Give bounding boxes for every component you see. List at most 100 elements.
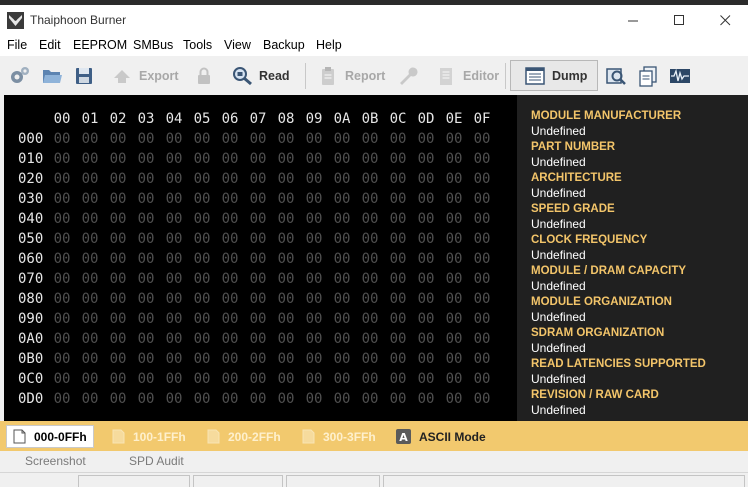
- hex-byte-cell[interactable]: 00: [384, 331, 412, 347]
- hex-byte-cell[interactable]: 00: [132, 191, 160, 207]
- hex-byte-cell[interactable]: 00: [244, 151, 272, 167]
- hex-byte-cell[interactable]: 00: [440, 271, 468, 287]
- hex-byte-cell[interactable]: 00: [440, 231, 468, 247]
- hex-byte-cell[interactable]: 00: [300, 231, 328, 247]
- hex-byte-cell[interactable]: 00: [160, 131, 188, 147]
- hex-byte-cell[interactable]: 00: [132, 131, 160, 147]
- hex-byte-cell[interactable]: 00: [300, 131, 328, 147]
- hex-byte-cell[interactable]: 00: [160, 251, 188, 267]
- hex-byte-cell[interactable]: 00: [272, 191, 300, 207]
- hex-byte-cell[interactable]: 00: [440, 371, 468, 387]
- hex-byte-cell[interactable]: 00: [412, 151, 440, 167]
- hex-byte-cell[interactable]: 00: [244, 311, 272, 327]
- hex-byte-cell[interactable]: 00: [356, 211, 384, 227]
- hex-byte-cell[interactable]: 00: [160, 171, 188, 187]
- tab-000-0ffh[interactable]: 000-0FFh: [6, 425, 94, 448]
- hex-byte-cell[interactable]: 00: [76, 191, 104, 207]
- hex-byte-cell[interactable]: 00: [188, 271, 216, 287]
- hex-byte-cell[interactable]: 00: [468, 231, 496, 247]
- hex-byte-cell[interactable]: 00: [188, 211, 216, 227]
- hex-byte-cell[interactable]: 00: [468, 251, 496, 267]
- hex-byte-cell[interactable]: 00: [104, 271, 132, 287]
- hex-byte-cell[interactable]: 00: [272, 311, 300, 327]
- hex-byte-cell[interactable]: 00: [412, 371, 440, 387]
- hex-byte-cell[interactable]: 00: [132, 391, 160, 407]
- hex-byte-cell[interactable]: 00: [440, 151, 468, 167]
- hex-byte-cell[interactable]: 00: [188, 151, 216, 167]
- tools-button[interactable]: [396, 60, 420, 91]
- read-button[interactable]: Read: [230, 60, 290, 91]
- hex-byte-cell[interactable]: 00: [244, 131, 272, 147]
- hex-byte-cell[interactable]: 00: [160, 271, 188, 287]
- hex-byte-cell[interactable]: 00: [328, 391, 356, 407]
- hex-byte-cell[interactable]: 00: [440, 291, 468, 307]
- inspect-button[interactable]: [604, 60, 628, 91]
- hex-byte-cell[interactable]: 00: [384, 191, 412, 207]
- tab-100-1ffh[interactable]: 100-1FFh: [106, 425, 192, 448]
- hex-byte-cell[interactable]: 00: [160, 151, 188, 167]
- hex-byte-cell[interactable]: 00: [412, 231, 440, 247]
- hex-byte-cell[interactable]: 00: [356, 311, 384, 327]
- hex-byte-cell[interactable]: 00: [384, 271, 412, 287]
- hex-byte-cell[interactable]: 00: [48, 231, 76, 247]
- hex-byte-cell[interactable]: 00: [188, 191, 216, 207]
- hex-byte-cell[interactable]: 00: [76, 391, 104, 407]
- hex-byte-cell[interactable]: 00: [412, 211, 440, 227]
- hex-byte-cell[interactable]: 00: [216, 131, 244, 147]
- hex-byte-cell[interactable]: 00: [48, 151, 76, 167]
- hex-byte-cell[interactable]: 00: [412, 131, 440, 147]
- close-button[interactable]: [702, 5, 748, 35]
- hex-byte-cell[interactable]: 00: [328, 151, 356, 167]
- hex-byte-cell[interactable]: 00: [272, 131, 300, 147]
- hex-byte-cell[interactable]: 00: [384, 351, 412, 367]
- hex-byte-cell[interactable]: 00: [468, 211, 496, 227]
- hex-byte-cell[interactable]: 00: [356, 271, 384, 287]
- hex-byte-cell[interactable]: 00: [104, 251, 132, 267]
- hex-byte-cell[interactable]: 00: [300, 331, 328, 347]
- hex-byte-cell[interactable]: 00: [48, 351, 76, 367]
- hex-byte-cell[interactable]: 00: [216, 351, 244, 367]
- hex-byte-cell[interactable]: 00: [412, 351, 440, 367]
- hex-byte-cell[interactable]: 00: [160, 371, 188, 387]
- hex-byte-cell[interactable]: 00: [244, 211, 272, 227]
- hex-byte-cell[interactable]: 00: [272, 151, 300, 167]
- hex-byte-cell[interactable]: 00: [76, 211, 104, 227]
- menu-smbus[interactable]: SMBus: [133, 38, 173, 52]
- hex-byte-cell[interactable]: 00: [272, 251, 300, 267]
- hex-byte-cell[interactable]: 00: [48, 211, 76, 227]
- hex-byte-cell[interactable]: 00: [48, 311, 76, 327]
- hex-dump-panel[interactable]: 00 01 02 03 04 05 06 07 08 09 0A 0B 0C 0D 0E 0F 000 00 00 0…: [4, 95, 517, 421]
- hex-byte-cell[interactable]: 00: [216, 191, 244, 207]
- hex-byte-cell[interactable]: 00: [300, 311, 328, 327]
- hex-byte-cell[interactable]: 00: [188, 251, 216, 267]
- hex-byte-cell[interactable]: 00: [328, 291, 356, 307]
- hex-byte-cell[interactable]: 00: [328, 211, 356, 227]
- dump-button[interactable]: Dump: [510, 60, 599, 91]
- hex-byte-cell[interactable]: 00: [272, 331, 300, 347]
- hex-byte-cell[interactable]: 00: [104, 371, 132, 387]
- hex-byte-cell[interactable]: 00: [76, 151, 104, 167]
- menu-tools[interactable]: Tools: [183, 38, 212, 52]
- hex-byte-cell[interactable]: 00: [384, 311, 412, 327]
- menu-view[interactable]: View: [224, 38, 251, 52]
- settings-button[interactable]: [8, 60, 32, 91]
- hex-byte-cell[interactable]: 00: [328, 351, 356, 367]
- hex-byte-cell[interactable]: 00: [244, 371, 272, 387]
- hex-byte-cell[interactable]: 00: [384, 131, 412, 147]
- hex-byte-cell[interactable]: 00: [356, 371, 384, 387]
- hex-byte-cell[interactable]: 00: [132, 311, 160, 327]
- hex-byte-cell[interactable]: 00: [76, 171, 104, 187]
- hex-byte-cell[interactable]: 00: [48, 171, 76, 187]
- hex-byte-cell[interactable]: 00: [188, 231, 216, 247]
- hex-byte-cell[interactable]: 00: [468, 351, 496, 367]
- hex-byte-cell[interactable]: 00: [440, 351, 468, 367]
- hex-byte-cell[interactable]: 00: [440, 251, 468, 267]
- hex-byte-cell[interactable]: 00: [356, 351, 384, 367]
- hex-byte-cell[interactable]: 00: [468, 271, 496, 287]
- hex-byte-cell[interactable]: 00: [272, 231, 300, 247]
- hex-byte-cell[interactable]: 00: [160, 351, 188, 367]
- hex-byte-cell[interactable]: 00: [440, 311, 468, 327]
- hex-byte-cell[interactable]: 00: [76, 331, 104, 347]
- hex-byte-cell[interactable]: 00: [76, 131, 104, 147]
- hex-byte-cell[interactable]: 00: [300, 191, 328, 207]
